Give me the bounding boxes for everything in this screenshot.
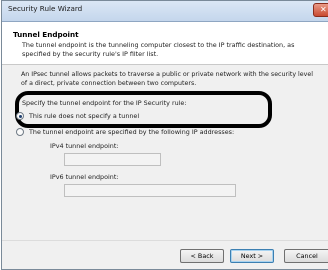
- wizard-header: Tunnel Endpoint The tunnel endpoint is t…: [2, 22, 328, 65]
- title-bar[interactable]: Security Rule Wizard ✕: [2, 1, 328, 22]
- ipv4-label: IPv4 tunnel endpoint:: [50, 142, 119, 150]
- radio-button-checked[interactable]: [16, 112, 24, 120]
- radio-specify-ip-label: The tunnel endpoint are specified by the…: [29, 128, 235, 136]
- specify-label: Specify the tunnel endpoint for the IP S…: [22, 99, 187, 107]
- back-button[interactable]: < Back: [180, 249, 224, 263]
- close-icon: ✕: [320, 5, 327, 14]
- close-button[interactable]: ✕: [313, 3, 328, 17]
- intro-text: An IPsec tunnel allows packets to traver…: [21, 71, 314, 87]
- radio-no-tunnel[interactable]: This rule does not specify a tunnel: [16, 112, 139, 120]
- cancel-button[interactable]: Cancel: [284, 249, 328, 263]
- ipv6-label: IPv6 tunnel endpoint:: [50, 173, 119, 181]
- security-rule-wizard-window: Security Rule Wizard ✕ Tunnel Endpoint T…: [1, 0, 328, 270]
- page-description: The tunnel endpoint is the tunneling com…: [22, 41, 295, 58]
- page-title: Tunnel Endpoint: [13, 30, 79, 39]
- radio-button[interactable]: [16, 128, 24, 136]
- next-button[interactable]: Next >: [230, 249, 274, 263]
- window-title: Security Rule Wizard: [8, 4, 83, 13]
- ipv6-endpoint-field[interactable]: [64, 184, 236, 197]
- annotation-highlight: [15, 91, 272, 128]
- radio-specify-ip[interactable]: The tunnel endpoint are specified by the…: [16, 128, 234, 136]
- ipv4-endpoint-field[interactable]: [64, 153, 161, 166]
- footer-divider: [2, 240, 328, 241]
- radio-no-tunnel-label: This rule does not specify a tunnel: [29, 112, 140, 120]
